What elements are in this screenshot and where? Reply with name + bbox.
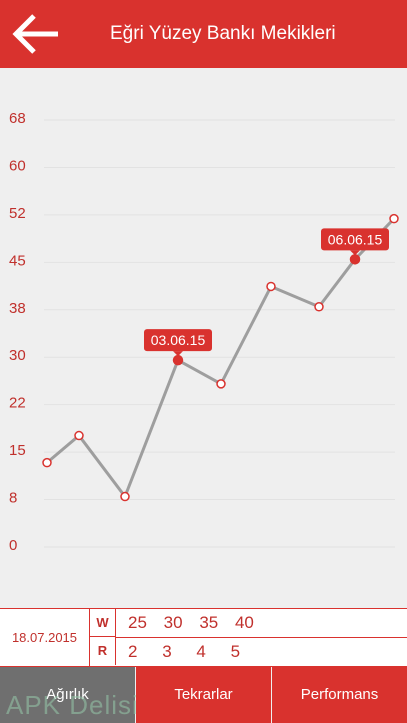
date-tooltip-label: 06.06.15	[328, 231, 383, 247]
tab-tekrarlar[interactable]: Tekrarlar	[136, 667, 271, 723]
weight-values: 25 30 35 40	[128, 609, 266, 637]
y-tick-label: 15	[9, 442, 26, 459]
highlighted-point	[349, 254, 361, 265]
reps-row-label: R	[90, 637, 116, 665]
reps-value: 4	[196, 642, 206, 661]
back-button[interactable]	[8, 12, 62, 56]
app-header: Eğri Yüzey Bankı Mekikleri	[0, 0, 407, 68]
weight-value: 30	[163, 613, 183, 632]
reps-value: 5	[230, 642, 241, 661]
series-segment	[317, 258, 357, 308]
highlighted-point	[172, 354, 184, 366]
y-tick-label: 22	[9, 395, 26, 412]
weight-value: 40	[234, 613, 254, 632]
data-point	[120, 491, 130, 502]
y-tick-label: 45	[9, 252, 26, 269]
series-segment	[46, 434, 80, 464]
data-point	[216, 379, 226, 389]
series-segment	[177, 358, 222, 386]
data-point	[266, 281, 276, 292]
weight-value: 35	[199, 613, 219, 632]
series-segment	[219, 285, 273, 385]
y-tick-label: 38	[9, 300, 26, 317]
series-segment	[123, 359, 180, 498]
reps-value: 3	[162, 642, 172, 661]
data-point	[74, 430, 84, 441]
series-segment	[77, 434, 127, 498]
y-tick-label: 0	[9, 537, 17, 554]
series-segment	[270, 285, 320, 309]
date-tooltip-pointer	[173, 351, 183, 357]
data-point	[42, 457, 52, 468]
page-title: Eğri Yüzey Bankı Mekikleri	[110, 23, 336, 44]
bottom-tab-bar: Ağırlık Tekrarlar Performans	[0, 667, 407, 723]
arrow-left-icon	[12, 14, 58, 54]
date-tooltip-label: 03.06.15	[151, 332, 206, 348]
data-point	[314, 302, 324, 312]
tab-performans[interactable]: Performans	[272, 667, 407, 723]
data-point	[389, 213, 399, 224]
weight-line-chart: 68 60 52 45 38 30 22 15 8 0 03.06.15 06.06.15	[9, 110, 399, 554]
weight-row-label: W	[90, 609, 116, 637]
weight-value: 25	[128, 613, 147, 632]
tab-agirlik[interactable]: Ağırlık	[0, 667, 135, 723]
y-tick-label: 30	[9, 347, 26, 364]
reps-value: 2	[128, 642, 138, 661]
y-tick-label: 8	[9, 490, 17, 507]
session-date: 18.07.2015	[0, 609, 90, 666]
y-tick-label: 60	[9, 157, 26, 174]
set-detail-panel: 18.07.2015 W R 25 30 35 40 2 3 4 5	[0, 608, 407, 667]
y-tick-label: 52	[9, 205, 26, 222]
y-tick-label: 68	[9, 110, 26, 127]
reps-values: 2 3 4 5	[128, 638, 260, 666]
